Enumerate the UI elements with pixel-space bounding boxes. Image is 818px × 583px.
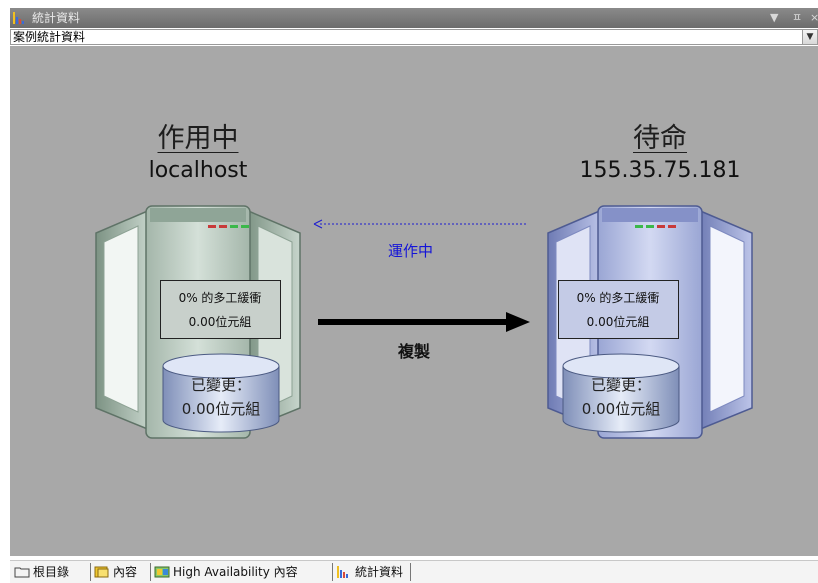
active-changed-label: 已變更： xyxy=(190,376,251,394)
scenario-select[interactable]: 案例統計資料 ▼ xyxy=(10,29,818,45)
standby-changed-bytes: 0.00位元組 xyxy=(581,400,661,418)
tab-separator xyxy=(150,563,151,581)
bottom-tab-bar: 根目錄 內容 High Availability 內容 統計資料 xyxy=(10,560,818,583)
standby-spool-bytes: 0.00位元組 xyxy=(586,315,650,329)
chevron-down-icon[interactable]: ▼ xyxy=(802,30,817,44)
active-server-host: localhost xyxy=(148,158,248,183)
folder-icon xyxy=(14,567,30,578)
tab-root[interactable]: 根目錄 xyxy=(14,564,69,580)
heartbeat-arrow xyxy=(313,219,526,229)
dropdown-icon[interactable]: ▼ xyxy=(770,8,778,28)
replication-arrow xyxy=(318,312,530,332)
tab-ha-properties-label: High Availability 內容 xyxy=(173,565,298,579)
status-label: 運作中 xyxy=(388,242,434,260)
tab-separator xyxy=(410,563,411,581)
active-changed-bytes: 0.00位元組 xyxy=(181,400,261,418)
scenario-select-value: 案例統計資料 xyxy=(13,30,86,44)
standby-spool-text: 0% 的多工緩衝 xyxy=(576,291,660,305)
properties-icon xyxy=(94,566,109,578)
active-spool-bytes: 0.00位元組 xyxy=(188,315,252,329)
tab-separator xyxy=(90,563,91,581)
tab-properties-label: 內容 xyxy=(113,565,138,579)
standby-changed-label: 已變更： xyxy=(590,376,651,394)
statistics-icon xyxy=(337,566,348,578)
statistics-icon xyxy=(13,12,24,24)
tab-separator xyxy=(332,563,333,581)
replication-label: 複製 xyxy=(398,342,431,361)
tab-root-label: 根目錄 xyxy=(33,565,70,579)
tab-statistics[interactable]: 統計資料 xyxy=(336,564,403,580)
window-title: 統計資料 xyxy=(32,11,81,25)
active-spool-text: 0% 的多工緩衝 xyxy=(178,291,262,305)
pin-icon[interactable]: ㅍ xyxy=(792,8,802,28)
tab-ha-properties[interactable]: High Availability 內容 xyxy=(154,564,298,580)
standby-server-host: 155.35.75.181 xyxy=(579,158,741,183)
active-server-title: 作用中 xyxy=(157,123,239,154)
ha-properties-icon xyxy=(154,566,170,578)
standby-server-title: 待命 xyxy=(633,123,687,154)
window-title-bar: 統計資料 ▼ ㅍ × xyxy=(10,8,818,28)
statistics-canvas: 作用中 localhost 0% 的多工緩衝 0.00位元組 已變更： 0.00… xyxy=(10,46,818,556)
close-icon[interactable]: × xyxy=(810,8,818,28)
tab-statistics-label: 統計資料 xyxy=(355,565,404,579)
tab-properties[interactable]: 內容 xyxy=(94,564,137,580)
